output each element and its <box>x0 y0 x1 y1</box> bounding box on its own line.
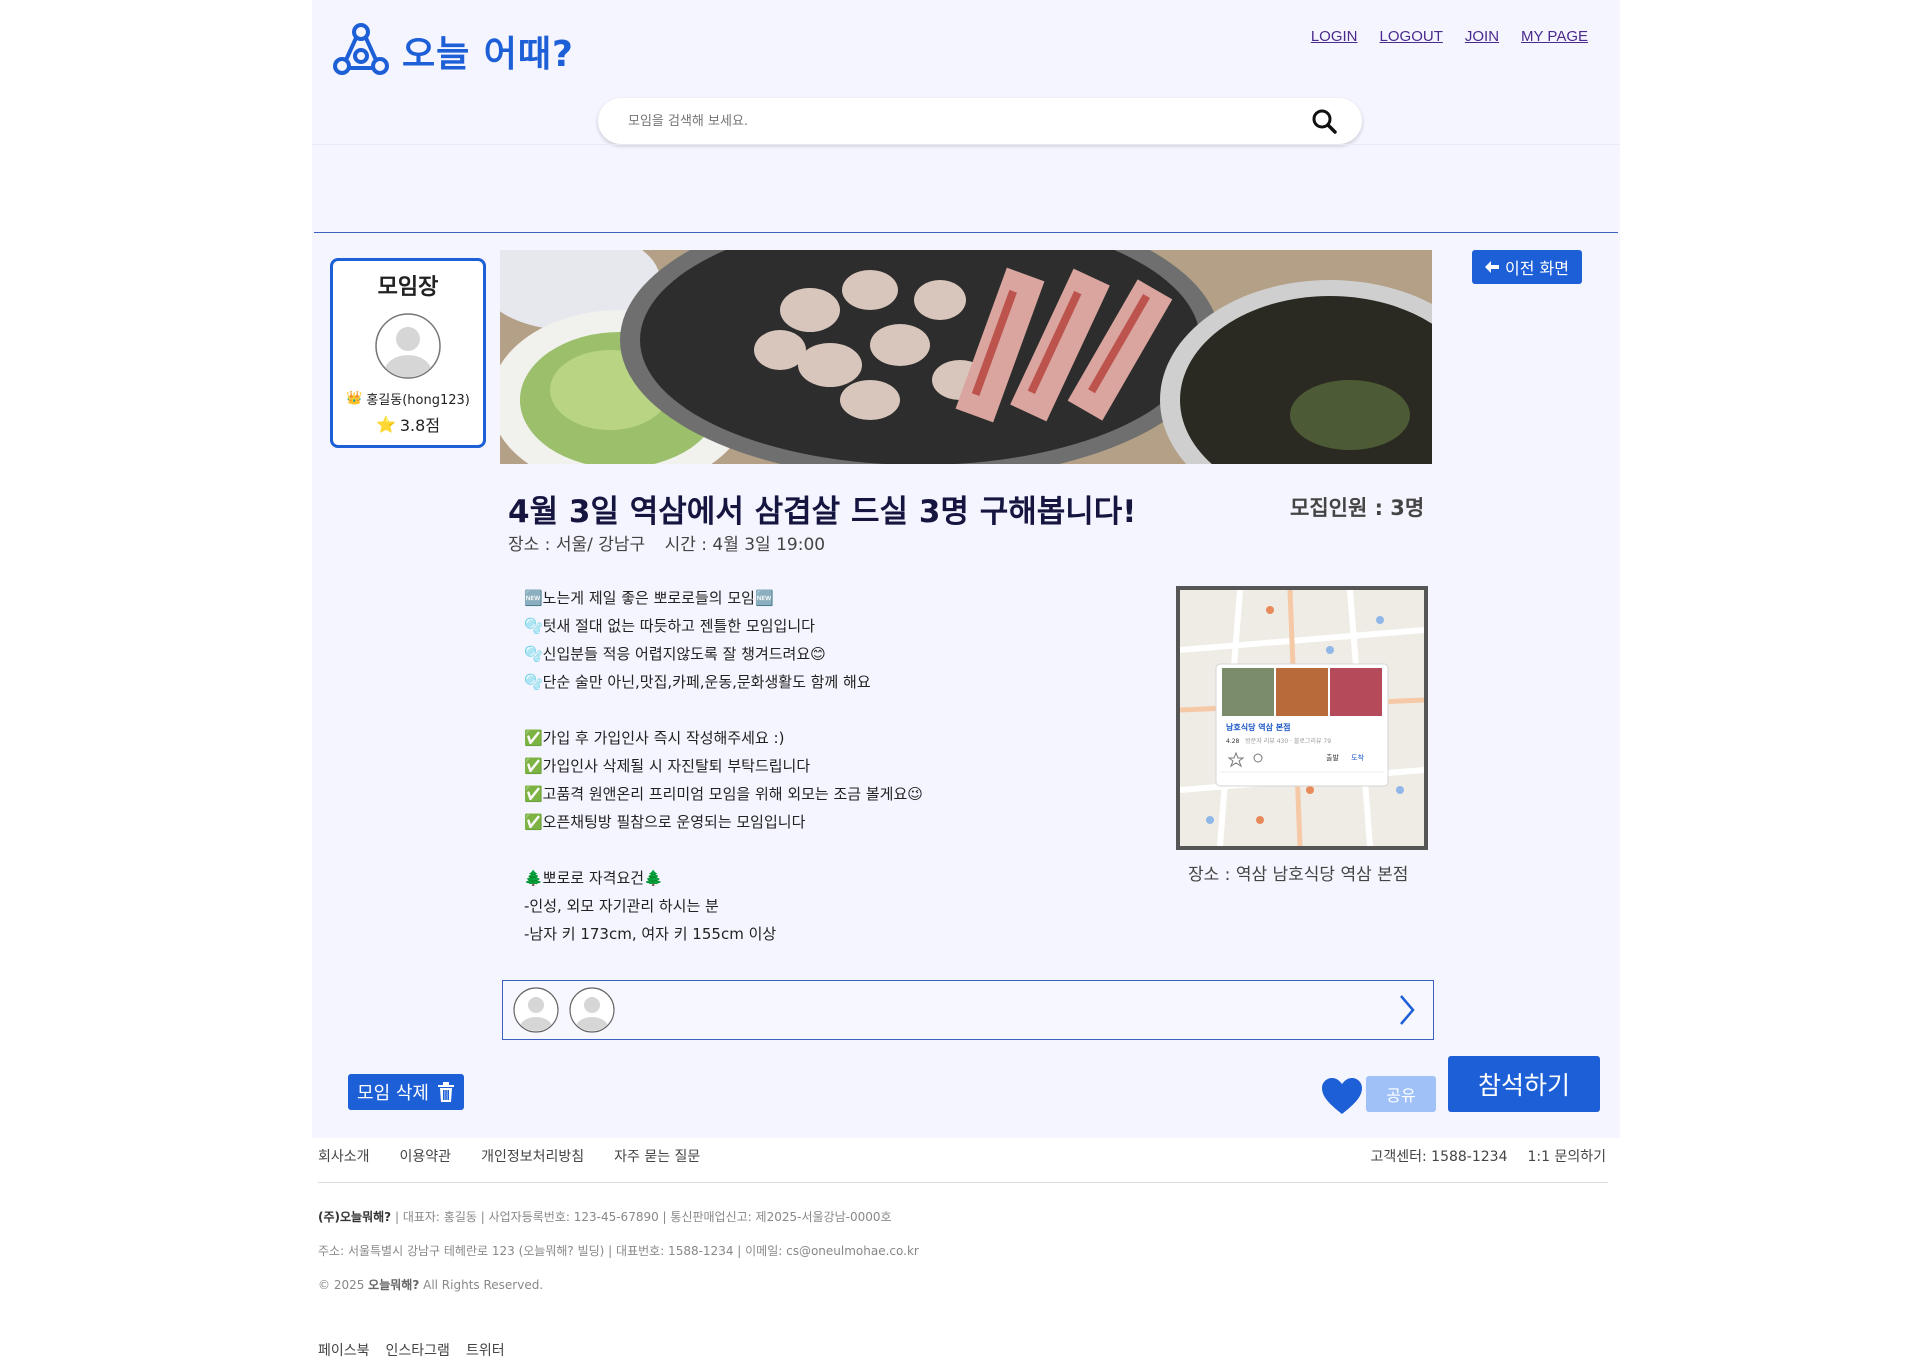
description-line: ✅가입인사 삭제될 시 자진탈퇴 부탁드립니다 <box>524 757 811 775</box>
footer-links: 회사소개 이용약관 개인정보처리방침 자주 묻는 질문 <box>318 1146 700 1166</box>
search-input[interactable] <box>626 112 1304 130</box>
footer-support: 고객센터: 1588-1234 1:1 문의하기 <box>1370 1146 1606 1166</box>
footer-address: 주소: 서울특별시 강남구 테헤란로 123 (오늘뭐해? 빌딩) | 대표번호… <box>318 1244 919 1258</box>
host-card: 모임장 👑 홍길동(hong123) ⭐ 3.8점 <box>330 258 486 448</box>
footer-link-terms[interactable]: 이용약관 <box>400 1146 452 1166</box>
footer-copyright: © 2025 오늘뭐해? All Rights Reserved. <box>318 1276 543 1293</box>
map-image <box>1180 590 1424 846</box>
recruit-count: 모집인원 : 3명 <box>1290 496 1425 520</box>
map-action-arrive[interactable]: 도착 <box>1351 754 1364 762</box>
heart-icon[interactable] <box>1320 1076 1364 1116</box>
map-place-info: 4.28 방문자 리뷰 430 · 블로그리뷰 79 <box>1226 736 1331 745</box>
sns-facebook-link[interactable]: 페이스북 <box>318 1340 370 1360</box>
footer-customer-center: 고객센터: 1588-1234 <box>1370 1149 1508 1165</box>
footer: 회사소개 이용약관 개인정보처리방침 자주 묻는 질문 고객센터: 1588-1… <box>312 1138 1620 1360</box>
description-line: 🫧텃새 절대 없는 따듯하고 젠틀한 모임입니다 <box>524 617 815 635</box>
search-icon <box>1312 109 1337 134</box>
top-nav: LOGIN LOGOUT JOIN MY PAGE <box>1311 28 1588 45</box>
meeting-description: 🆕노는게 제일 좋은 뽀로로들의 모임🆕 🫧텃새 절대 없는 따듯하고 젠틀한 … <box>524 584 923 948</box>
crown-icon: 👑 <box>346 391 363 406</box>
meeting-meta: 장소 : 서울/ 강남구 시간 : 4월 3일 19:00 <box>508 530 839 555</box>
host-rating: 3.8점 <box>399 416 441 435</box>
footer-link-faq[interactable]: 자주 묻는 질문 <box>614 1146 700 1166</box>
description-line: 🌲뽀로로 자격요건🌲 <box>524 869 663 887</box>
footer-inquiry-link[interactable]: 1:1 문의하기 <box>1527 1146 1606 1166</box>
back-button[interactable]: 이전 화면 <box>1472 250 1582 284</box>
footer-copyright-prefix: © 2025 <box>318 1278 369 1292</box>
description-line: 🫧단순 술만 아닌,맛집,카페,운동,문화생활도 함께 해요 <box>524 673 871 691</box>
delete-meeting-label: 모임 삭제 <box>357 1083 429 1104</box>
participant-avatar[interactable] <box>513 987 559 1033</box>
nav-login[interactable]: LOGIN <box>1311 28 1358 45</box>
host-title: 모임장 <box>377 275 439 300</box>
participant-avatar[interactable] <box>569 987 615 1033</box>
footer-company-info: (주)오늘뭐해? | 대표자: 홍길동 | 사업자등록번호: 123-45-67… <box>318 1208 892 1225</box>
meeting-title: 4월 3일 역삼에서 삼겹살 드실 3명 구해봅니다! <box>508 494 1137 530</box>
host-name: 홍길동(hong123) <box>366 393 470 408</box>
trash-icon <box>437 1082 454 1102</box>
delete-meeting-button[interactable]: 모임 삭제 <box>348 1074 464 1110</box>
sns-twitter-link[interactable]: 트위터 <box>466 1340 505 1360</box>
star-icon: ⭐ <box>375 414 396 434</box>
footer-link-privacy[interactable]: 개인정보처리방침 <box>481 1146 584 1166</box>
description-line: ✅오픈채팅방 필참으로 운영되는 모임입니다 <box>524 813 806 831</box>
footer-sns: 페이스북 인스타그램 트위터 <box>318 1340 505 1360</box>
footer-copyright-brand: 오늘뭐해? <box>368 1278 420 1292</box>
host-avatar[interactable] <box>375 313 441 379</box>
footer-divider <box>318 1182 1608 1183</box>
content-divider <box>314 232 1618 233</box>
join-button[interactable]: 참석하기 <box>1448 1056 1600 1112</box>
description-line: 🫧신입분들 적응 어렵지않도록 잘 챙겨드려요😊 <box>524 645 826 663</box>
description-line: ✅가입 후 가입인사 즉시 작성해주세요 :) <box>524 729 785 747</box>
nav-my-page[interactable]: MY PAGE <box>1521 28 1588 45</box>
back-button-label: 이전 화면 <box>1505 259 1569 278</box>
description-line: -남자 키 173cm, 여자 키 155cm 이상 <box>524 925 777 943</box>
footer-copyright-suffix: All Rights Reserved. <box>419 1278 544 1292</box>
map-place-name: 남호식당 역삼 본점 <box>1226 723 1291 732</box>
description-line: -인성, 외모 자기관리 하시는 분 <box>524 897 719 915</box>
logo-text: 오늘 어때? <box>402 34 574 75</box>
map-place-rating: 4.28 <box>1226 738 1240 745</box>
host-rating-row: ⭐ 3.8점 <box>333 412 483 436</box>
arrow-left-icon <box>1485 261 1500 273</box>
footer-company-name: (주)오늘뭐해? <box>318 1210 392 1224</box>
description-line: 🆕노는게 제일 좋은 뽀로로들의 모임🆕 <box>524 589 774 607</box>
meeting-banner-image <box>500 250 1432 464</box>
host-name-row: 👑 홍길동(hong123) <box>333 389 483 408</box>
footer-company-details: | 대표자: 홍길동 | 사업자등록번호: 123-45-67890 | 통신판… <box>391 1210 892 1224</box>
footer-link-about[interactable]: 회사소개 <box>318 1146 370 1166</box>
meeting-time: 시간 : 4월 3일 19:00 <box>664 535 826 555</box>
search-bar <box>598 98 1362 144</box>
logo-icon <box>333 23 389 75</box>
header-divider <box>312 144 1620 145</box>
nav-join[interactable]: JOIN <box>1465 28 1499 45</box>
logo[interactable]: 오늘 어때? <box>332 22 574 80</box>
participants-strip <box>502 980 1434 1040</box>
sns-instagram-link[interactable]: 인스타그램 <box>386 1340 450 1360</box>
map-action-depart[interactable]: 출발 <box>1326 754 1339 762</box>
description-line: ✅고품격 원앤온리 프리미엄 모임을 위해 외모는 조금 볼게요😉 <box>524 785 923 803</box>
search-button[interactable] <box>1304 101 1344 141</box>
location-map[interactable]: 남호식당 역삼 본점 4.28 방문자 리뷰 430 · 블로그리뷰 79 출발… <box>1176 586 1428 850</box>
map-place-actions: 출발 도착 <box>1326 753 1364 763</box>
nav-logout[interactable]: LOGOUT <box>1380 28 1443 45</box>
map-place-stats: 방문자 리뷰 430 · 블로그리뷰 79 <box>1245 738 1332 745</box>
map-caption: 장소 : 역삼 남호식당 역삼 본점 <box>1188 865 1409 885</box>
meeting-place: 장소 : 서울/ 강남구 <box>508 535 646 555</box>
share-button[interactable]: 공유 <box>1366 1076 1436 1112</box>
chevron-right-icon[interactable] <box>1395 992 1419 1028</box>
